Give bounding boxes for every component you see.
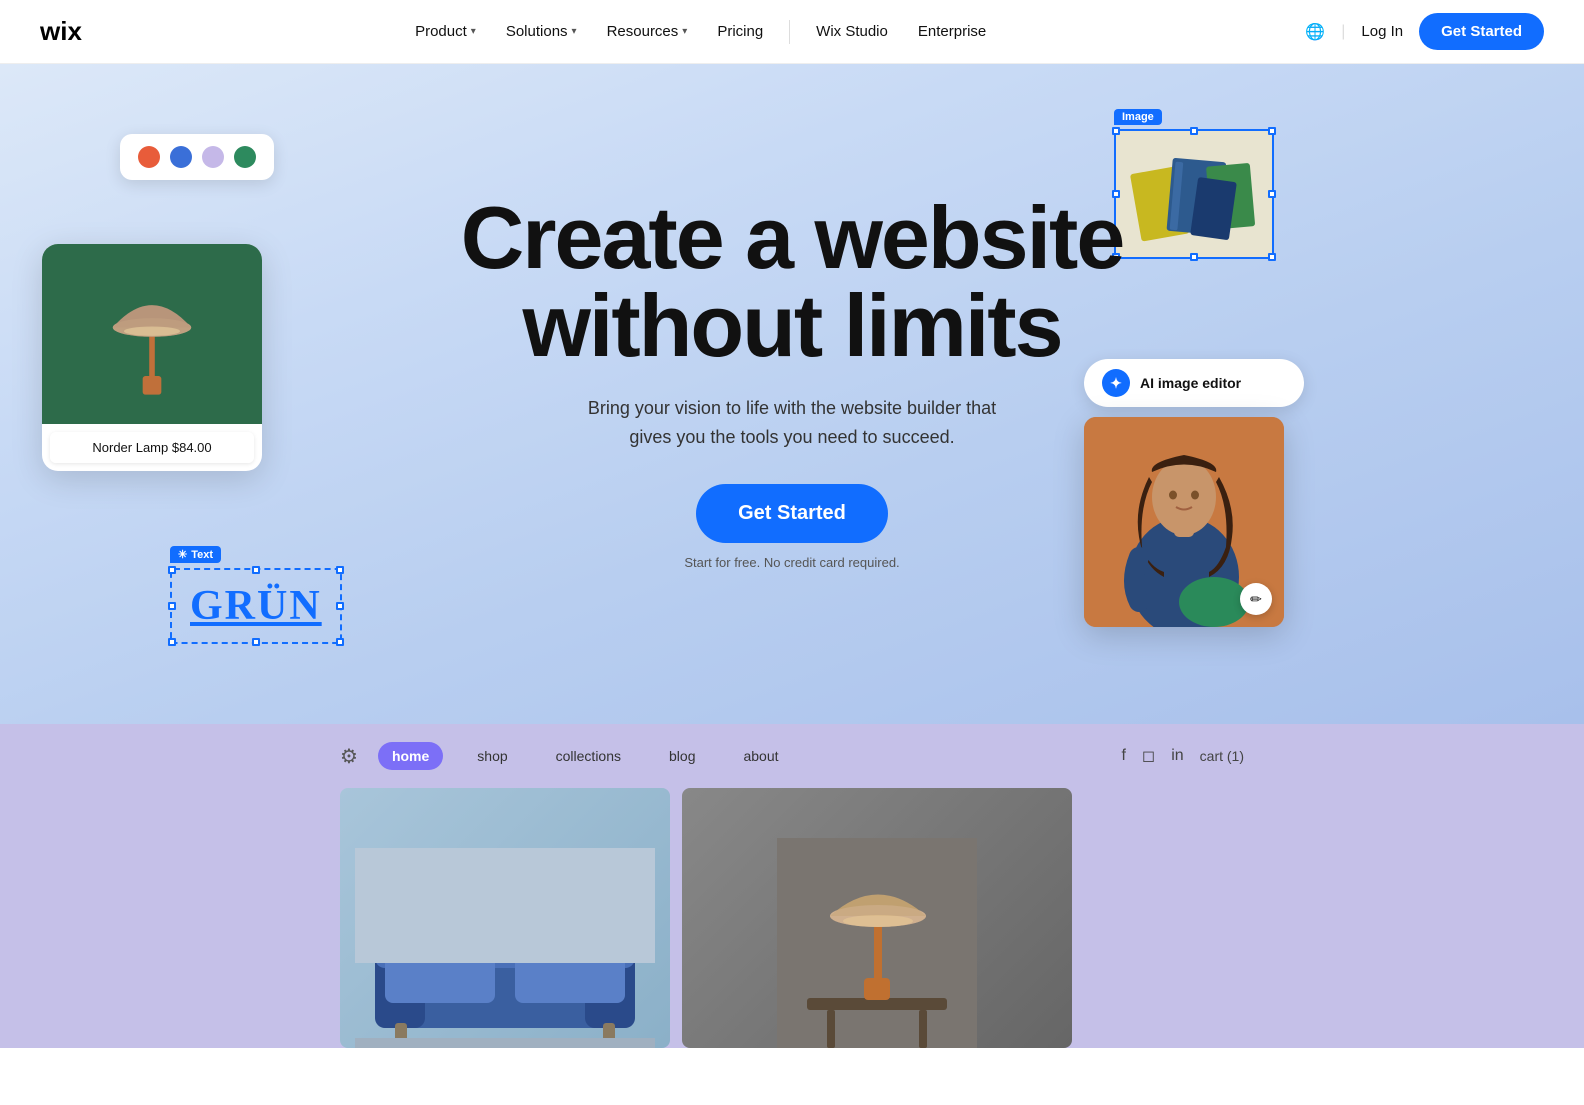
- chevron-down-icon: ▾: [471, 26, 476, 37]
- hero-cta-label: Get Started: [738, 502, 846, 524]
- lamp-card-image: [42, 244, 262, 424]
- dot-green[interactable]: [234, 146, 256, 168]
- preview-container: ⚙ home shop collections blog about f ◻ i…: [312, 724, 1272, 1048]
- wix-logo[interactable]: wix: [40, 18, 96, 46]
- hero-fine-print: Start for free. No credit card required.: [382, 555, 1202, 570]
- nav-product-label: Product: [415, 23, 467, 40]
- dot-blue[interactable]: [170, 146, 192, 168]
- nav-resources[interactable]: Resources ▾: [595, 15, 700, 48]
- text-widget-label-text: Text: [191, 549, 213, 561]
- hero-get-started-button[interactable]: Get Started: [696, 484, 888, 543]
- wix-logo-svg: wix: [40, 18, 96, 46]
- linkedin-icon: in: [1171, 747, 1183, 765]
- handle-bottom-left[interactable]: [168, 638, 176, 646]
- hero-content: Create a website without limits Bring yo…: [382, 64, 1202, 570]
- handle-bottom-right[interactable]: [1268, 253, 1276, 261]
- gruen-text-widget: ✳ Text GRÜN: [170, 568, 342, 644]
- handle-bottom-mid[interactable]: [252, 638, 260, 646]
- gruen-text: GRÜN: [190, 582, 322, 630]
- text-widget-label: ✳ Text: [170, 546, 221, 563]
- lamp-price-label: Norder Lamp $84.00: [50, 432, 254, 463]
- hero-section: Norder Lamp $84.00 Create a website with…: [0, 64, 1584, 724]
- hero-fine-print-text: Start for free. No credit card required.: [684, 555, 899, 570]
- handle-top-mid[interactable]: [252, 566, 260, 574]
- dot-purple[interactable]: [202, 146, 224, 168]
- preview-nav-home[interactable]: home: [378, 742, 443, 770]
- handle-top-right[interactable]: [336, 566, 344, 574]
- color-dots-widget: [120, 134, 274, 180]
- lamp-label-text: Norder Lamp $84.00: [92, 440, 211, 455]
- handle-mid-right[interactable]: [336, 602, 344, 610]
- login-label: Log In: [1361, 23, 1403, 40]
- nav-links: Product ▾ Solutions ▾ Resources ▾ Pricin…: [403, 15, 998, 48]
- globe-icon[interactable]: 🌐: [1305, 22, 1325, 42]
- nav-enterprise-label: Enterprise: [918, 23, 986, 40]
- lamp-svg: [87, 264, 217, 404]
- hero-headline: Create a website without limits: [382, 194, 1202, 370]
- lamp2-svg: [777, 838, 977, 1048]
- edit-pen-icon[interactable]: ✏: [1240, 583, 1272, 615]
- preview-lamp-image: [682, 788, 1072, 1048]
- lamp-product-card: Norder Lamp $84.00: [42, 244, 262, 471]
- nav-solutions-label: Solutions: [506, 23, 568, 40]
- preview-section: ⚙ home shop collections blog about f ◻ i…: [0, 724, 1584, 1048]
- chevron-down-icon: ▾: [682, 26, 687, 37]
- gruen-text-value: GRÜN: [190, 583, 322, 629]
- main-nav: wix Product ▾ Solutions ▾ Resources ▾ Pr…: [0, 0, 1584, 64]
- handle-top-left[interactable]: [168, 566, 176, 574]
- settings-icon[interactable]: ⚙: [340, 744, 358, 769]
- nav-pricing[interactable]: Pricing: [705, 15, 775, 48]
- facebook-icon: f: [1121, 747, 1125, 765]
- login-link[interactable]: Log In: [1361, 23, 1403, 40]
- preview-nav-about[interactable]: about: [729, 742, 792, 770]
- preview-nav-right: f ◻ in cart (1): [1121, 746, 1244, 766]
- preview-nav-collections[interactable]: collections: [542, 742, 635, 770]
- nav-separator: [789, 20, 790, 44]
- handle-top-right[interactable]: [1268, 127, 1276, 135]
- preview-nav: ⚙ home shop collections blog about f ◻ i…: [312, 724, 1272, 788]
- nav-enterprise[interactable]: Enterprise: [906, 15, 998, 48]
- nav-right: 🌐 | Log In Get Started: [1305, 13, 1544, 50]
- nav-get-started-button[interactable]: Get Started: [1419, 13, 1544, 50]
- handle-mid-right[interactable]: [1268, 190, 1276, 198]
- nav-divider: |: [1341, 23, 1345, 41]
- hero-subheadline: Bring your vision to life with the websi…: [382, 394, 1202, 452]
- svg-text:wix: wix: [40, 18, 82, 46]
- nav-wix-studio-label: Wix Studio: [816, 23, 888, 40]
- nav-wix-studio[interactable]: Wix Studio: [804, 15, 900, 48]
- preview-sofa-image: [340, 788, 670, 1048]
- nav-pricing-label: Pricing: [717, 23, 763, 40]
- preview-nav-blog[interactable]: blog: [655, 742, 709, 770]
- nav-product[interactable]: Product ▾: [403, 15, 488, 48]
- nav-get-started-label: Get Started: [1441, 23, 1522, 40]
- nav-solutions[interactable]: Solutions ▾: [494, 15, 589, 48]
- preview-images: [312, 788, 1272, 1048]
- preview-nav-shop[interactable]: shop: [463, 742, 521, 770]
- cart-label[interactable]: cart (1): [1200, 748, 1244, 764]
- handle-bottom-right[interactable]: [336, 638, 344, 646]
- hero-headline-text: Create a website without limits: [461, 188, 1124, 375]
- dot-orange[interactable]: [138, 146, 160, 168]
- handle-mid-left[interactable]: [168, 602, 176, 610]
- chevron-down-icon: ▾: [572, 26, 577, 37]
- nav-resources-label: Resources: [607, 23, 679, 40]
- instagram-icon: ◻: [1142, 746, 1155, 766]
- sofa-svg: [355, 848, 655, 1048]
